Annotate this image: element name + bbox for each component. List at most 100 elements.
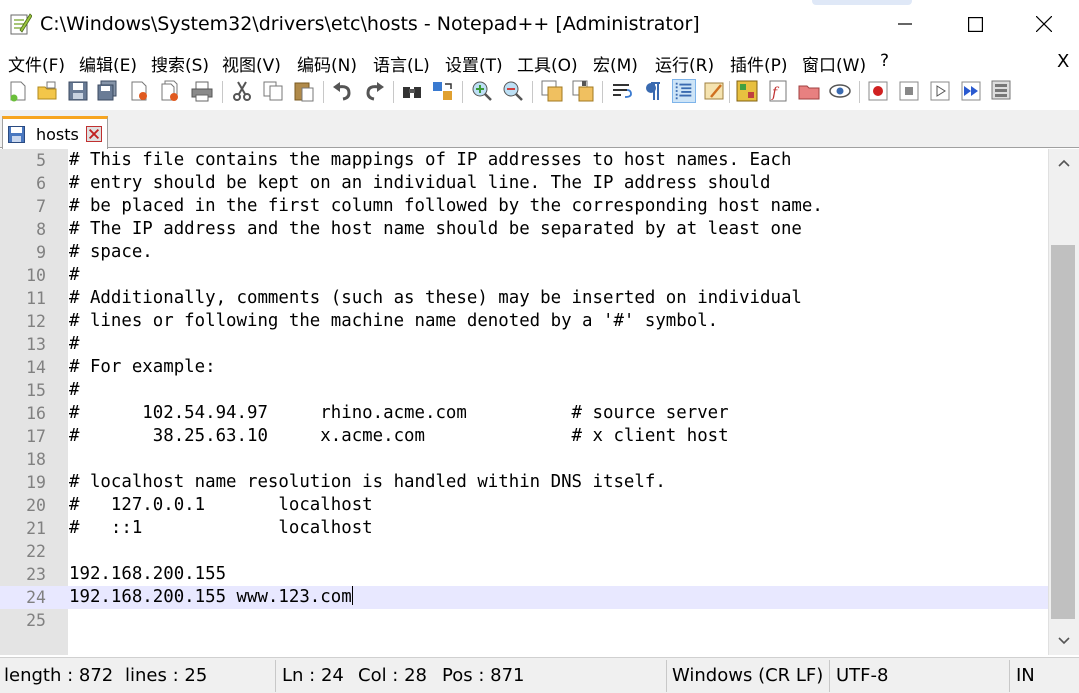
tab-hosts[interactable]: hosts bbox=[2, 116, 108, 149]
menu-help[interactable]: ? bbox=[880, 51, 889, 71]
editor-line[interactable]: 19 # localhost name resolution is handled… bbox=[0, 471, 1048, 494]
close-document-button[interactable]: X bbox=[1057, 51, 1069, 72]
maximize-button[interactable] bbox=[940, 0, 1010, 48]
editor-line[interactable]: 15 # bbox=[0, 379, 1048, 402]
editor-line[interactable]: 23 192.168.200.155 bbox=[0, 563, 1048, 586]
minimize-button[interactable] bbox=[870, 0, 940, 48]
line-text[interactable]: # ::1 localhost bbox=[69, 517, 373, 540]
editor-line[interactable]: 11 # Additionally, comments (such as thes… bbox=[0, 287, 1048, 310]
close-all-icon[interactable] bbox=[158, 79, 182, 103]
editor-line[interactable]: 9 # space. bbox=[0, 241, 1048, 264]
line-text[interactable]: # For example: bbox=[69, 356, 216, 379]
save-all-icon[interactable] bbox=[95, 79, 119, 103]
cut-icon[interactable] bbox=[230, 79, 254, 103]
replace-icon[interactable] bbox=[431, 79, 455, 103]
sync-horizontal-icon[interactable] bbox=[571, 79, 595, 103]
line-text[interactable]: 192.168.200.155 www.123.com bbox=[69, 586, 353, 609]
record-macro-icon[interactable] bbox=[866, 79, 890, 103]
show-all-chars-icon[interactable] bbox=[641, 79, 665, 103]
editor-line[interactable]: 16 # 102.54.94.97 rhino.acme.com # source… bbox=[0, 402, 1048, 425]
zoom-in-icon[interactable] bbox=[470, 79, 494, 103]
run-macro-multiple-icon[interactable] bbox=[959, 79, 983, 103]
line-text[interactable]: # lines or following the machine name de… bbox=[69, 310, 718, 333]
save-icon[interactable] bbox=[66, 79, 90, 103]
status-eol-format: Windows (CR LF) bbox=[672, 665, 824, 686]
editor-line[interactable]: 12 # lines or following the machine name … bbox=[0, 310, 1048, 333]
line-text[interactable]: # space. bbox=[69, 241, 153, 264]
indent-guide-icon[interactable] bbox=[672, 79, 696, 103]
editor-line[interactable]: 22 bbox=[0, 540, 1048, 563]
menu-run[interactable]: 运行(R) bbox=[655, 51, 714, 76]
tab-bar: hosts bbox=[0, 110, 1079, 149]
editor-line[interactable]: 10 # bbox=[0, 264, 1048, 287]
line-text[interactable]: 192.168.200.155 bbox=[69, 563, 226, 586]
editor-line[interactable]: 21 # ::1 localhost bbox=[0, 517, 1048, 540]
menu-file[interactable]: 文件(F) bbox=[8, 51, 65, 76]
scroll-thumb[interactable] bbox=[1051, 245, 1075, 619]
redo-icon[interactable] bbox=[362, 79, 386, 103]
print-icon[interactable] bbox=[190, 79, 214, 103]
editor-line[interactable]: 8 # The IP address and the host name shou… bbox=[0, 218, 1048, 241]
line-text[interactable]: # be placed in the first column followed… bbox=[69, 195, 823, 218]
editor-line[interactable]: 25 bbox=[0, 609, 1048, 632]
tab-close-icon[interactable] bbox=[86, 126, 102, 142]
toolbar: f bbox=[0, 76, 1079, 108]
menu-language[interactable]: 语言(L) bbox=[373, 51, 430, 76]
line-text[interactable]: # bbox=[69, 333, 79, 356]
scroll-up-button[interactable] bbox=[1049, 149, 1079, 177]
line-text[interactable]: # This file contains the mappings of IP … bbox=[69, 149, 791, 172]
close-window-button[interactable] bbox=[1009, 0, 1079, 48]
line-text[interactable]: # Additionally, comments (such as these)… bbox=[69, 287, 802, 310]
find-icon[interactable] bbox=[400, 79, 424, 103]
folder-workspace-icon[interactable] bbox=[797, 79, 821, 103]
doc-map-icon[interactable] bbox=[735, 79, 759, 103]
editor-line[interactable]: 20 # 127.0.0.1 localhost bbox=[0, 494, 1048, 517]
editor-line[interactable]: 7 # be placed in the first column followe… bbox=[0, 195, 1048, 218]
line-text[interactable]: # 38.25.63.10 x.acme.com # x client host bbox=[69, 425, 729, 448]
word-wrap-icon[interactable] bbox=[610, 79, 634, 103]
copy-icon[interactable] bbox=[261, 79, 285, 103]
editor-line[interactable]: 13 # bbox=[0, 333, 1048, 356]
close-file-icon[interactable] bbox=[127, 79, 151, 103]
status-column: Col : 28 bbox=[358, 665, 427, 686]
monitor-icon[interactable] bbox=[828, 79, 852, 103]
menu-search[interactable]: 搜索(S) bbox=[151, 51, 209, 76]
line-text[interactable]: # entry should be kept on an individual … bbox=[69, 172, 771, 195]
vertical-scrollbar[interactable] bbox=[1048, 149, 1079, 655]
editor-line[interactable]: 6 # entry should be kept on an individual… bbox=[0, 172, 1048, 195]
function-list-icon[interactable]: f bbox=[766, 79, 790, 103]
sync-vertical-icon[interactable] bbox=[540, 79, 564, 103]
editor-line[interactable]: 5 # This file contains the mappings of IP… bbox=[0, 149, 1048, 172]
line-text[interactable]: # 102.54.94.97 rhino.acme.com # source s… bbox=[69, 402, 729, 425]
editor-line[interactable]: 24 192.168.200.155 www.123.com bbox=[0, 586, 1048, 609]
editor-line[interactable]: 14 # For example: bbox=[0, 356, 1048, 379]
save-macro-icon[interactable] bbox=[990, 79, 1014, 103]
zoom-out-icon[interactable] bbox=[501, 79, 525, 103]
open-file-icon[interactable] bbox=[35, 79, 59, 103]
undo-icon[interactable] bbox=[331, 79, 355, 103]
play-macro-icon[interactable] bbox=[928, 79, 952, 103]
menu-edit[interactable]: 编辑(E) bbox=[79, 51, 137, 76]
menu-plugins[interactable]: 插件(P) bbox=[730, 51, 788, 76]
stop-record-icon[interactable] bbox=[897, 79, 921, 103]
menu-macro[interactable]: 宏(M) bbox=[593, 51, 638, 76]
status-divider bbox=[829, 660, 830, 692]
paste-icon[interactable] bbox=[292, 79, 316, 103]
menu-encoding[interactable]: 编码(N) bbox=[297, 51, 357, 76]
menu-view[interactable]: 视图(V) bbox=[222, 51, 281, 76]
line-number: 10 bbox=[26, 266, 46, 285]
menu-tools[interactable]: 工具(O) bbox=[517, 51, 578, 76]
line-text[interactable]: # localhost name resolution is handled w… bbox=[69, 471, 666, 494]
scroll-down-button[interactable] bbox=[1049, 627, 1079, 655]
line-text[interactable]: # The IP address and the host name shoul… bbox=[69, 218, 802, 241]
menu-window[interactable]: 窗口(W) bbox=[802, 51, 866, 76]
user-lang-icon[interactable] bbox=[703, 79, 727, 103]
line-text[interactable]: # 127.0.0.1 localhost bbox=[69, 494, 373, 517]
editor[interactable]: 5 # This file contains the mappings of IP… bbox=[0, 149, 1079, 655]
line-text[interactable]: # bbox=[69, 379, 79, 402]
editor-line[interactable]: 18 bbox=[0, 448, 1048, 471]
editor-line[interactable]: 17 # 38.25.63.10 x.acme.com # x client ho… bbox=[0, 425, 1048, 448]
new-file-icon[interactable] bbox=[6, 79, 30, 103]
line-text[interactable]: # bbox=[69, 264, 79, 287]
menu-settings[interactable]: 设置(T) bbox=[445, 51, 503, 76]
